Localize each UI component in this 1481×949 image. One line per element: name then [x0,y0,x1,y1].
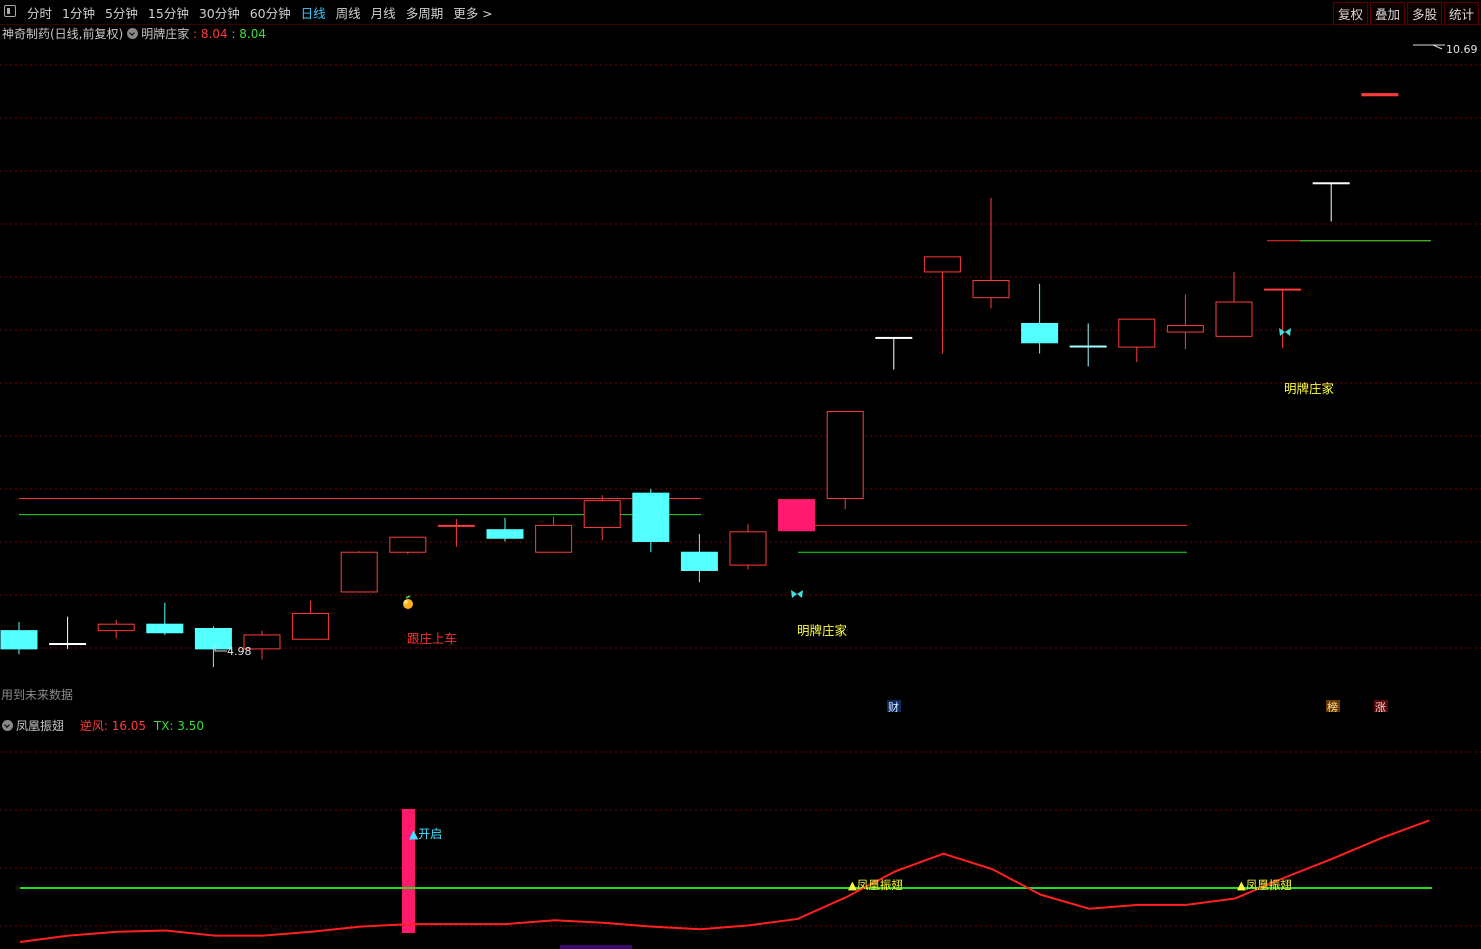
candle-body [1118,318,1156,348]
candle-body [437,524,475,527]
candle [486,517,524,542]
butterfly-icon [1279,328,1291,336]
candle [1361,93,1399,97]
candle-body [535,524,573,553]
candle [1021,283,1059,354]
candlestick-chart[interactable]: 10.69 4.98 跟庄上车 明牌庄家 明牌庄家 用到未来数据 财 榜 涨 [0,0,1481,712]
candle-body [875,336,913,339]
candle-body [680,551,718,571]
open-signal-label: ▲开启 [409,827,442,841]
indicator-grid [0,751,1481,927]
candle-body [340,551,378,593]
candle [680,533,718,583]
candle-body [1069,345,1107,348]
dealer-signal-label: 明牌庄家 [797,623,848,638]
candle-body [972,280,1010,299]
level-lines [19,240,1431,553]
candle-body [146,623,184,634]
high-price-marker: 10.69 [1413,43,1478,56]
candle-body [1312,182,1350,185]
candle [632,488,670,553]
candle-body [1021,322,1059,344]
candle-body [1264,288,1302,291]
candle [1118,318,1156,363]
candle-body [292,612,330,640]
scroll-indicator[interactable] [560,945,632,949]
candle-body [1166,325,1204,333]
candle [49,616,87,649]
candle [1215,271,1253,337]
phoenix-signal-label: ▲凤凰振翅 [1237,878,1292,892]
future-data-note: 用到未来数据 [1,687,73,702]
finance-badge-text: 财 [888,700,899,712]
candle [0,622,38,655]
candle-series [0,93,1399,668]
candle [583,495,621,541]
candle-body [1361,93,1399,97]
rise-badge-text: 涨 [1375,701,1386,712]
candle [875,336,913,370]
candle [340,551,378,593]
candle-body [778,499,816,532]
high-price-label: 10.69 [1446,43,1478,56]
ranking-badge[interactable]: 榜 [1326,700,1340,712]
candle-body [632,492,670,542]
finance-badge[interactable]: 财 [887,700,901,712]
candle [1264,288,1302,349]
candle [1312,182,1350,222]
ranking-badge-text: 榜 [1327,700,1338,712]
phoenix-signal-label: ▲凤凰振翅 [848,878,903,892]
candle-body [583,500,621,529]
candle-body [486,529,524,539]
candle-body [389,536,427,553]
candle-body [194,627,232,650]
candle [729,524,767,570]
follow-signal-label: 跟庄上车 [407,631,457,646]
candle [292,600,330,640]
candle-body [826,411,864,500]
candle-body [49,643,87,646]
candle [972,197,1010,309]
butterfly-icon [791,590,803,598]
candle [1166,294,1204,350]
candle [146,602,184,635]
rise-badge[interactable]: 涨 [1374,700,1388,712]
candle-body [1215,301,1253,337]
candle [923,256,961,354]
nifeng-line [19,819,1430,943]
candle [778,499,816,532]
candle-body [97,623,135,632]
candle [97,619,135,639]
candle [535,516,573,553]
candle [826,411,864,510]
candle [389,536,427,555]
phoenix-indicator-chart[interactable]: ▲开启 ▲凤凰振翅 ▲凤凰振翅 [0,716,1481,949]
peach-icon [403,595,413,609]
low-price-label: 4.98 [227,645,252,658]
candle-body [729,531,767,566]
dealer-signal-label: 明牌庄家 [1284,381,1335,396]
candle [437,518,475,547]
candle [194,626,232,668]
candle-body [0,630,38,650]
candle-body [923,256,961,273]
